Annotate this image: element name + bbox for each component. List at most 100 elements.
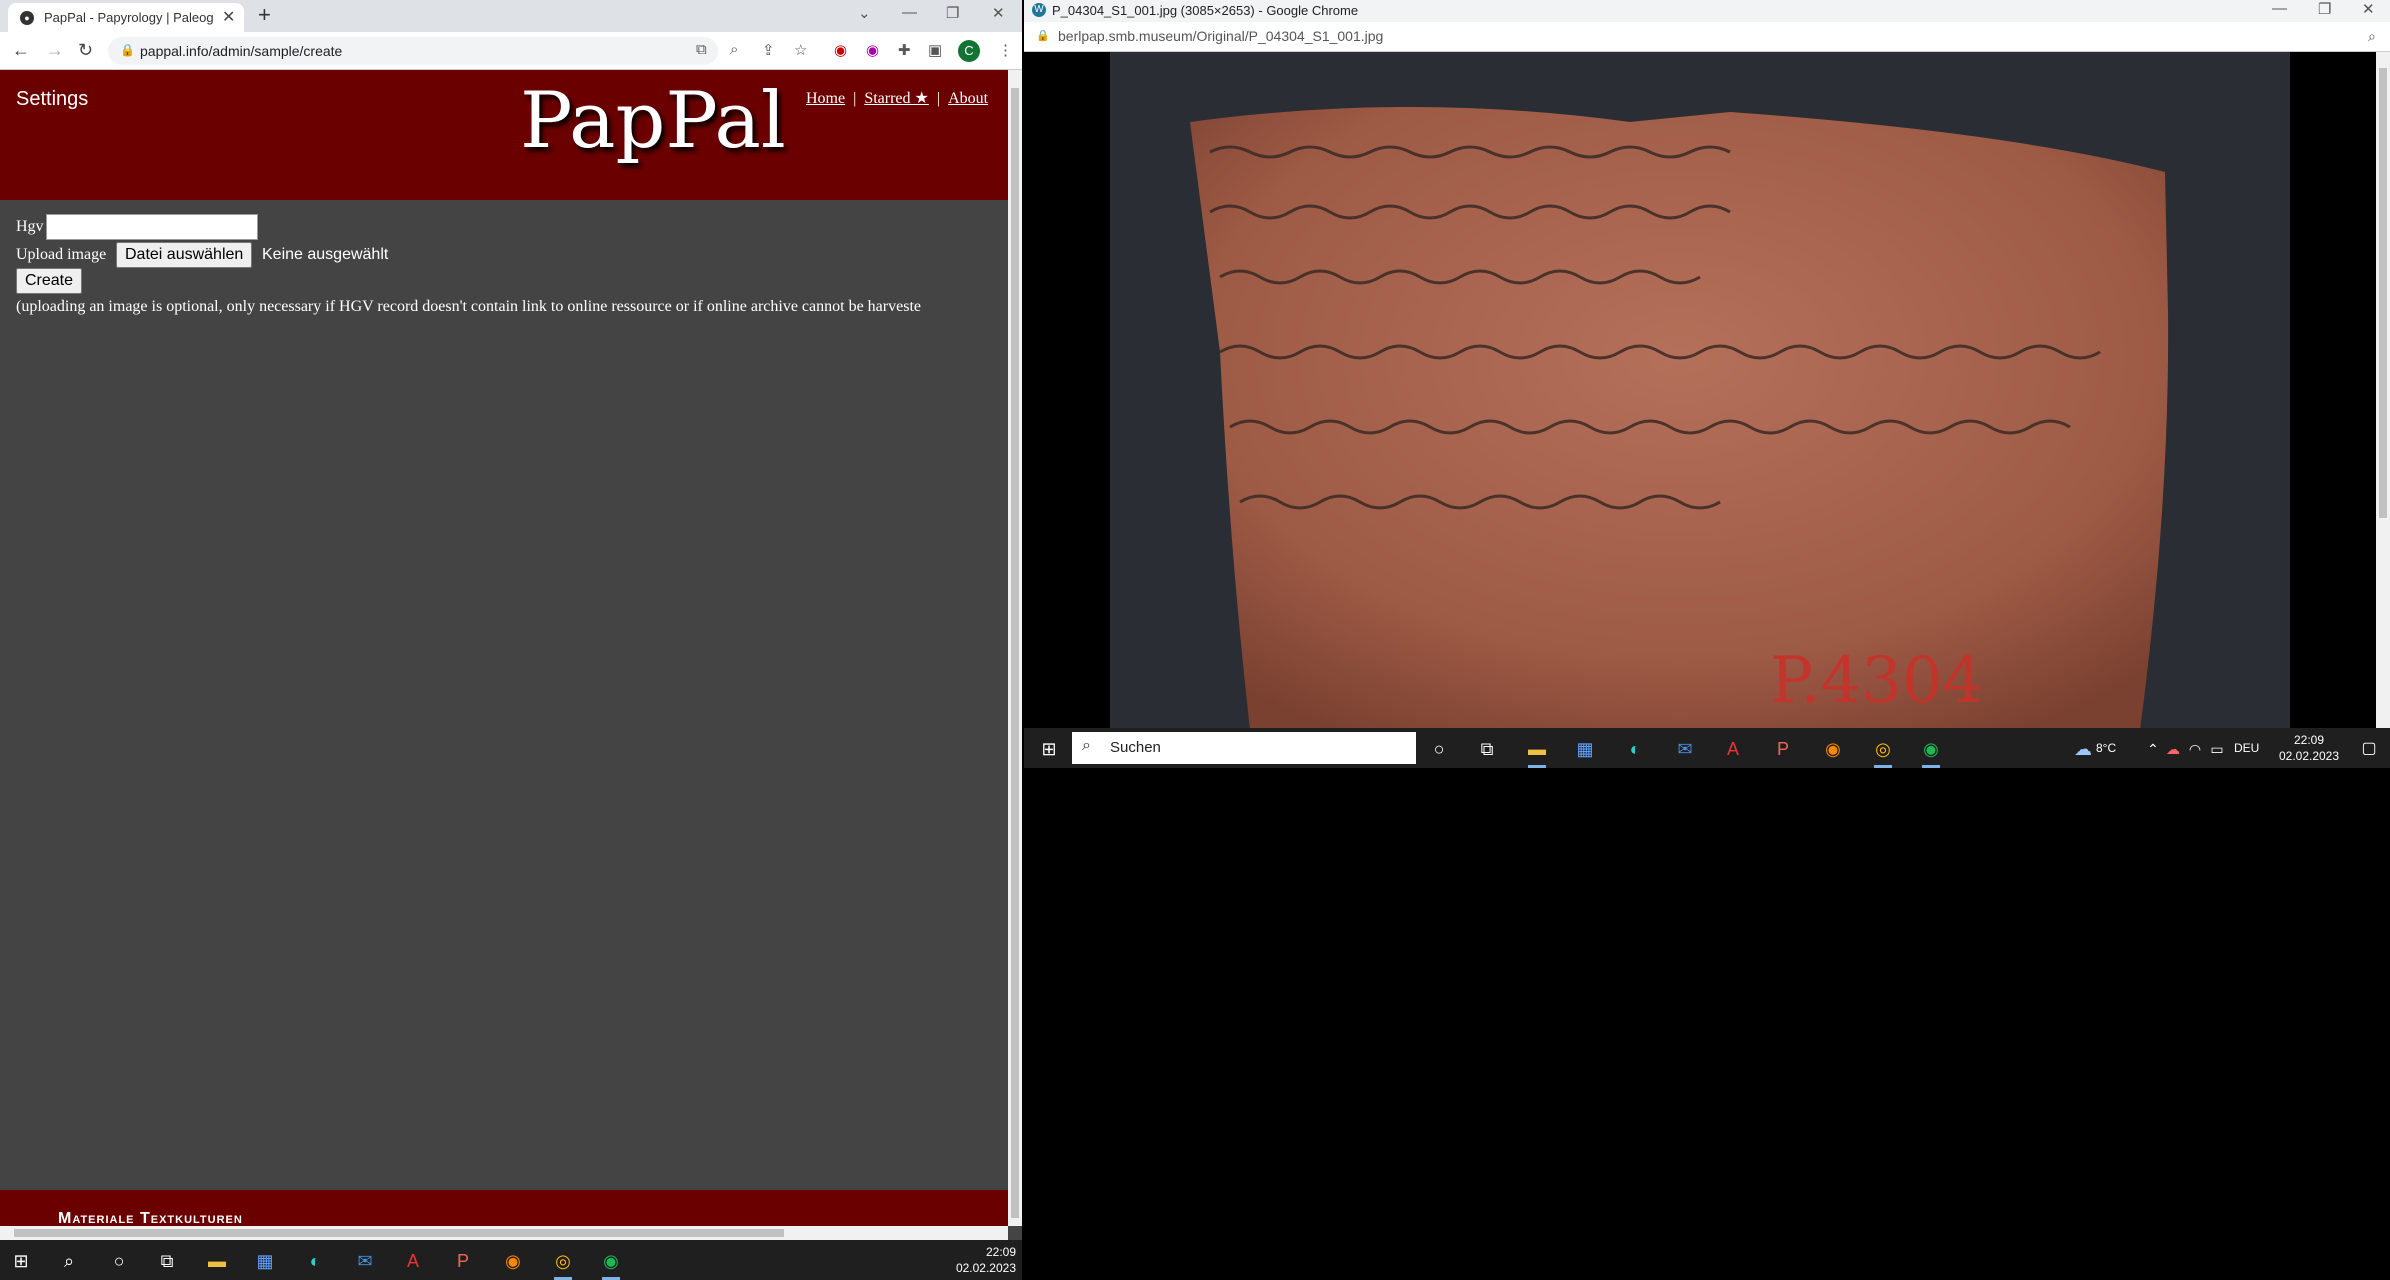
file-status: Keine ausgewählt — [262, 246, 389, 263]
close-window-icon[interactable]: ✕ — [992, 4, 1005, 22]
file-explorer-icon[interactable]: ▬ — [204, 1248, 230, 1274]
minimize-icon[interactable]: — — [2272, 0, 2287, 17]
zoom-icon[interactable]: ⌕ — [730, 41, 738, 58]
taskbar-clock[interactable]: 22:09 02.02.2023 — [940, 1244, 1016, 1276]
bookmark-star-icon[interactable]: ☆ — [794, 41, 807, 59]
file-explorer-icon[interactable]: ▬ — [1524, 736, 1550, 768]
site-logo: PapPal — [520, 76, 786, 166]
forward-icon[interactable]: → — [46, 40, 64, 61]
nav-home[interactable]: Home — [806, 90, 845, 107]
search-icon[interactable]: ⌕ — [56, 1248, 82, 1274]
firefox-icon[interactable]: ◉ — [500, 1248, 526, 1274]
minimize-icon[interactable]: — — [902, 4, 917, 21]
left-browser-window: ● PapPal - Papyrology | Paleograph ✕ + ⌄… — [0, 0, 1022, 1240]
ostracon-photo[interactable]: P.4304 — [1110, 52, 2290, 730]
windows-start-icon[interactable]: ⊞ — [1036, 736, 1062, 762]
taskbar-search-box[interactable]: ⌕ Suchen — [1072, 732, 1416, 764]
wordpress-favicon-icon: W — [1032, 3, 1046, 17]
clock-time: 22:09 — [2293, 733, 2325, 747]
site-header: Settings PapPal Home | Starred ★ | About — [0, 70, 1008, 200]
taskbar-left: ⊞ ⌕ ○ ⧉ ▬ ▦ ◐ ✉ A P ◉ ◎ ◉ 22:09 02.02.20… — [0, 1240, 1022, 1280]
firefox-icon[interactable]: ◉ — [1820, 736, 1846, 762]
ostracon-image: P.4304 — [1110, 52, 2290, 730]
hgv-input[interactable] — [46, 214, 258, 240]
clock-date: 02.02.2023 — [955, 1261, 1016, 1275]
browser-toolbar: ← → ↻ 🔒 pappal.info/admin/sample/create … — [0, 32, 1022, 70]
mail-icon[interactable]: ✉ — [352, 1248, 378, 1274]
popup-address-bar[interactable]: 🔒 berlpap.smb.museum/Original/P_04304_S1… — [1024, 22, 2390, 52]
edge-icon[interactable]: ◐ — [302, 1248, 328, 1274]
extensions-puzzle-icon[interactable]: ✚ — [898, 41, 911, 59]
extension-red-icon[interactable]: ◉ — [834, 41, 847, 59]
create-button[interactable]: Create — [16, 268, 83, 294]
vertical-scrollbar[interactable] — [2376, 52, 2390, 730]
restore-icon[interactable]: ❐ — [2318, 0, 2331, 18]
scroll-thumb[interactable] — [2379, 68, 2387, 518]
cortana-icon[interactable]: ○ — [1426, 736, 1452, 762]
popup-title-bar: W P_04304_S1_001.jpg (3085×2653) - Googl… — [1024, 0, 2390, 22]
upload-label: Upload image — [16, 246, 107, 263]
choose-file-button[interactable]: Datei auswählen — [116, 242, 253, 268]
scroll-thumb[interactable] — [1011, 88, 1019, 1218]
store-icon[interactable]: ▦ — [1572, 736, 1598, 762]
menu-kebab-icon[interactable]: ⋮ — [998, 41, 1013, 59]
top-nav: Home | Starred ★ | About — [806, 88, 988, 108]
taskbar-clock[interactable]: 22:09 02.02.2023 — [2274, 732, 2344, 764]
windows-start-icon[interactable]: ⊞ — [8, 1248, 34, 1274]
profile-avatar[interactable]: C — [958, 40, 980, 62]
inventory-stamp: P.4304 — [1770, 644, 1983, 718]
right-browser-window: W P_04304_S1_001.jpg (3085×2653) - Googl… — [1024, 0, 2390, 768]
upload-row: Upload image Datei auswählen Keine ausge… — [16, 242, 436, 268]
nav-separator: | — [853, 90, 857, 107]
nav-starred[interactable]: Starred ★ — [864, 90, 929, 107]
address-bar[interactable]: 🔒 pappal.info/admin/sample/create — [108, 37, 718, 65]
back-icon[interactable]: ← — [12, 40, 30, 61]
store-icon[interactable]: ▦ — [252, 1248, 278, 1274]
reload-icon[interactable]: ↻ — [78, 40, 93, 61]
hgv-label: Hgv — [16, 218, 44, 235]
weather-cloud-icon[interactable]: ☁ — [2070, 736, 2096, 762]
site-footer: Materiale Textkulturen — [0, 1190, 1008, 1227]
scroll-thumb[interactable] — [14, 1229, 784, 1237]
weather-temp[interactable]: 8°C — [2096, 740, 2136, 756]
close-window-icon[interactable]: ✕ — [2362, 0, 2375, 18]
notifications-icon[interactable]: ▢ — [2356, 736, 2382, 762]
tab-search-icon[interactable]: ⌄ — [858, 4, 871, 22]
mail-icon[interactable]: ✉ — [1672, 736, 1698, 762]
taskbar-right: ⊞ ⌕ Suchen ○ ⧉ ▬ ▦ ◐ ✉ A P ◉ ◎ ◉ ☁ 8°C ⌃… — [1024, 728, 2390, 768]
address-url: pappal.info/admin/sample/create — [140, 43, 343, 59]
tab-close-icon[interactable]: ✕ — [222, 7, 235, 27]
translate-icon[interactable]: ⧉ — [696, 41, 707, 58]
nav-about[interactable]: About — [948, 90, 988, 107]
powerpoint-icon[interactable]: P — [1770, 736, 1796, 762]
chrome-icon[interactable]: ◎ — [1870, 736, 1896, 768]
search-icon: ⌕ — [1082, 737, 1091, 754]
spotify-icon[interactable]: ◉ — [598, 1248, 624, 1280]
new-tab-icon[interactable]: + — [258, 2, 271, 28]
side-panel-icon[interactable]: ▣ — [928, 41, 942, 59]
settings-link[interactable]: Settings — [16, 88, 88, 111]
chrome-icon[interactable]: ◎ — [550, 1248, 576, 1280]
cortana-icon[interactable]: ○ — [106, 1248, 132, 1274]
task-view-icon[interactable]: ⧉ — [1474, 736, 1500, 762]
acrobat-icon[interactable]: A — [400, 1248, 426, 1274]
task-view-icon[interactable]: ⧉ — [154, 1248, 180, 1274]
vertical-scrollbar[interactable] — [1008, 70, 1022, 1226]
search-placeholder: Suchen — [1110, 739, 1161, 756]
input-language[interactable]: DEU — [2234, 740, 2270, 756]
powerpoint-icon[interactable]: P — [450, 1248, 476, 1274]
spotify-icon[interactable]: ◉ — [1918, 736, 1944, 768]
tab-pappal[interactable]: ● PapPal - Papyrology | Paleograph ✕ — [8, 3, 244, 32]
zoom-icon[interactable]: ⌕ — [2368, 28, 2376, 45]
extension-purple-icon[interactable]: ◉ — [866, 41, 879, 59]
horizontal-scrollbar[interactable] — [0, 1226, 1008, 1240]
address-url: berlpap.smb.museum/Original/P_04304_S1_0… — [1058, 28, 1384, 44]
acrobat-icon[interactable]: A — [1720, 736, 1746, 762]
restore-icon[interactable]: ❐ — [946, 4, 959, 22]
battery-icon[interactable]: ▭ — [2204, 736, 2230, 762]
hgv-row: Hgv — [16, 214, 258, 240]
edge-icon[interactable]: ◐ — [1622, 736, 1648, 762]
tab-strip: ● PapPal - Papyrology | Paleograph ✕ + ⌄… — [0, 0, 1022, 32]
share-icon[interactable]: ⇪ — [762, 41, 775, 59]
clock-time: 22:09 — [985, 1245, 1016, 1259]
